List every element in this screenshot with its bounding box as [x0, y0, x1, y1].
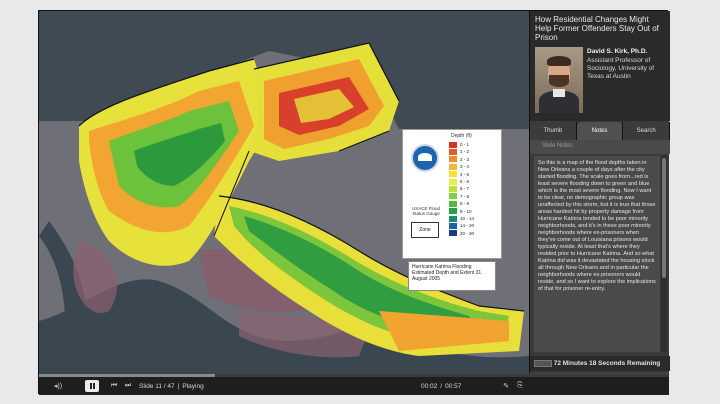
- legend-label: 0 - 1: [460, 142, 470, 147]
- progress-fill: [39, 374, 216, 377]
- legend-swatch: [449, 200, 457, 207]
- side-tabs: Thumb Notes Search: [530, 122, 671, 140]
- tab-search[interactable]: Search: [623, 122, 671, 140]
- legend-swatch: [449, 148, 457, 155]
- presenter-name: David S. Kirk, Ph.D.: [587, 48, 648, 55]
- player-frame: Depth (ft) 0 - 1 1 - 22 - 3 3 - 44 - 5 5 - …: [38, 10, 671, 395]
- map-legend: Depth (ft) 0 - 1 1 - 22 - 3 3 - 44 - 5 5 - …: [402, 129, 502, 259]
- legend-item: 2 - 3: [449, 156, 469, 163]
- presentation-header: How Residential Changes Might Help Forme…: [530, 11, 670, 121]
- legend-swatch: [449, 230, 457, 237]
- legend-swatch: [449, 208, 457, 215]
- legend-item: 9 - 10: [449, 208, 472, 215]
- legend-title: Depth (ft): [451, 133, 472, 139]
- pen-icon[interactable]: ✎: [501, 380, 511, 392]
- legend-swatch: [449, 178, 457, 185]
- legend-item: 4 - 5: [449, 171, 469, 178]
- legend-swatch: [449, 141, 457, 148]
- map-caption: Hurricane Katrina Flooding Estimated Dep…: [408, 261, 496, 291]
- side-panel: How Residential Changes Might Help Forme…: [529, 11, 671, 373]
- progress-bar[interactable]: [39, 374, 669, 377]
- legend-label: 14 - 20: [460, 223, 475, 229]
- legend-item: 7 - 8: [449, 193, 469, 200]
- notes-scrollbar[interactable]: [661, 156, 667, 352]
- time-remaining-label: 72 Minutes 18 Seconds Remaining: [553, 360, 661, 367]
- legend-label: 6 - 7: [460, 186, 470, 192]
- legend-label: 5 - 6: [460, 179, 470, 184]
- time-separator: /: [440, 382, 443, 390]
- legend-swatch: [449, 171, 457, 178]
- legend-item: 6 - 7: [449, 185, 469, 192]
- legend-swatch: [449, 163, 457, 170]
- legend-swatch: [449, 185, 457, 192]
- presenter-photo: [535, 47, 583, 113]
- playback-status: Playing: [182, 382, 204, 390]
- prev-icon[interactable]: ⏮: [109, 380, 119, 392]
- legend-item: 3 - 4: [449, 163, 469, 170]
- next-icon[interactable]: ⏭: [123, 380, 133, 392]
- legend-item: 1 - 2: [449, 148, 469, 155]
- noaa-logo-icon: [411, 144, 439, 172]
- presenter-role: Assistant Professor of Sociology, Univer…: [587, 57, 655, 80]
- divider: |: [177, 382, 180, 390]
- slide-position-label: Slide 11 / 47: [139, 382, 175, 390]
- legend-swatch: [449, 215, 457, 222]
- legend-item: 20 - 30: [449, 230, 474, 237]
- legend-label: 7 - 8: [460, 193, 470, 199]
- legend-item: 14 - 20: [449, 222, 474, 229]
- legend-item: 0 - 1: [449, 141, 469, 148]
- elapsed-time: 00:02: [421, 382, 438, 390]
- time-remaining-bar: [534, 360, 552, 367]
- pause-icon: [89, 383, 95, 389]
- legend-label: 20 - 30: [460, 230, 475, 236]
- notes-scroll-thumb[interactable]: [662, 158, 666, 278]
- zone-label: Zone: [411, 222, 439, 238]
- pause-button[interactable]: [85, 380, 99, 392]
- legend-item: 5 - 6: [449, 178, 469, 185]
- legend-label: 8 - 9: [460, 201, 470, 207]
- slide-notes-text: So this is a map of the flood depths tak…: [534, 156, 660, 352]
- attachment-icon[interactable]: ⎘: [515, 380, 525, 392]
- legend-swatch: [449, 156, 457, 163]
- presentation-title: How Residential Changes Might Help Forme…: [535, 15, 659, 42]
- legend-swatch: [449, 222, 457, 229]
- legend-label: 4 - 5: [460, 171, 470, 177]
- legend-item: 10 - 14: [449, 215, 474, 222]
- slide-position: Slide 11 / 47 | Playing: [139, 380, 204, 392]
- usace-label: USACE Flood Status Gauge: [411, 206, 440, 216]
- legend-label: 3 - 4: [460, 164, 470, 170]
- total-time: 00:57: [445, 382, 462, 390]
- slide-notes-header: Slide Notes: [530, 140, 670, 154]
- player-controls: ◂)) ⏮ ⏭ Slide 11 / 47 | Playing 00:02 / …: [39, 373, 669, 395]
- volume-icon[interactable]: ◂)): [51, 380, 65, 392]
- slide-area: Depth (ft) 0 - 1 1 - 22 - 3 3 - 44 - 5 5 - …: [39, 11, 529, 373]
- legend-label: 1 - 2: [460, 149, 470, 155]
- legend-label: 2 - 3: [460, 156, 470, 162]
- time-remaining: 72 Minutes 18 Seconds Remaining: [530, 356, 670, 371]
- legend-label: 10 - 14: [460, 216, 475, 221]
- legend-label: 9 - 10: [460, 208, 472, 214]
- legend-swatch: [449, 193, 457, 200]
- time-display: 00:02 / 00:57: [421, 380, 461, 392]
- tab-notes[interactable]: Notes: [576, 122, 624, 140]
- tab-thumb[interactable]: Thumb: [530, 122, 577, 140]
- legend-item: 8 - 9: [449, 200, 469, 207]
